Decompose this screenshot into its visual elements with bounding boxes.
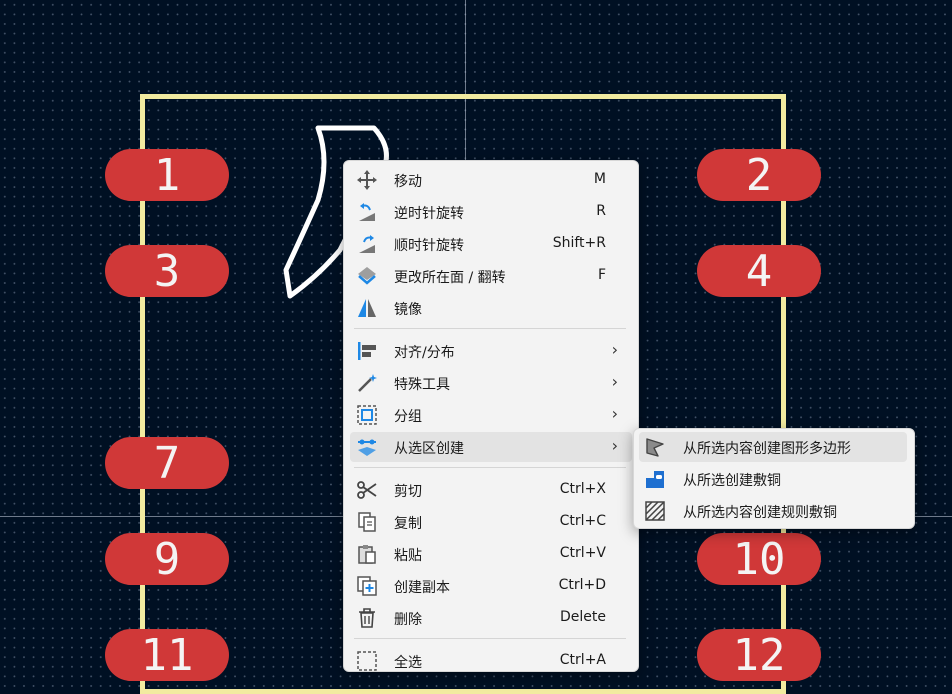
pad-11[interactable]: 11 (105, 629, 229, 681)
menu-item-label: 顺时针旋转 (394, 238, 464, 254)
menu-item-label: 分组 (394, 409, 422, 425)
menu-item-flip[interactable]: 更改所在面 / 翻转 F (350, 261, 632, 291)
menu-item-duplicate[interactable]: 创建副本 Ctrl+D (350, 571, 632, 601)
pad-label: 4 (745, 245, 773, 297)
menu-item-rotate-cw[interactable]: 顺时针旋转 Shift+R (350, 229, 632, 259)
context-menu: 移动 M 逆时针旋转 R 顺时针旋转 Shift+R 更改所在面 / 翻转 F (343, 160, 639, 672)
rotate-ccw-icon (359, 203, 375, 221)
rule-area-icon (645, 501, 665, 521)
submenu-item-create-rule-area[interactable]: 从所选内容创建规则敷铜 (639, 496, 907, 526)
menu-item-rotate-ccw[interactable]: 逆时针旋转 R (350, 197, 632, 227)
menu-item-shortcut: R (596, 203, 606, 219)
duplicate-icon (357, 576, 377, 596)
menu-item-copy[interactable]: 复制 Ctrl+C (350, 507, 632, 537)
menu-item-label: 删除 (394, 612, 422, 628)
menu-item-shortcut: M (593, 171, 606, 187)
menu-item-group[interactable]: 分组 › (350, 400, 632, 430)
menu-item-align-distribute[interactable]: 对齐/分布 › (350, 336, 632, 366)
trash-icon (359, 608, 375, 628)
menu-item-create-from-selection[interactable]: 从选区创建 › (350, 432, 632, 462)
menu-item-label: 粘贴 (394, 548, 422, 564)
select-all-icon (357, 651, 377, 671)
create-from-selection-submenu: 从所选内容创建图形多边形 从所选创建敷铜 从所选内容创建规则敷铜 (633, 428, 915, 529)
menu-item-label: 逆时针旋转 (394, 206, 464, 222)
move-icon (357, 170, 377, 190)
pad-label: 12 (732, 629, 786, 681)
menu-item-move[interactable]: 移动 M (350, 165, 632, 195)
pad-2[interactable]: 2 (697, 149, 821, 201)
menu-item-shortcut: Ctrl+V (559, 545, 606, 561)
menu-item-shortcut: Ctrl+D (558, 577, 606, 593)
menu-item-shortcut: Delete (560, 609, 606, 625)
pad-label: 10 (732, 533, 786, 585)
menu-item-label: 特殊工具 (394, 377, 450, 393)
pad-7[interactable]: 7 (105, 437, 229, 489)
polygon-icon (646, 438, 664, 457)
pad-9[interactable]: 9 (105, 533, 229, 585)
menu-item-delete[interactable]: 删除 Delete (350, 603, 632, 633)
submenu-item-create-copper-zone[interactable]: 从所选创建敷铜 (639, 464, 907, 494)
menu-item-shortcut: Ctrl+A (559, 652, 606, 668)
rotate-cw-icon (359, 235, 375, 253)
submenu-arrow-icon: › (611, 372, 618, 391)
pad-label: 2 (745, 149, 773, 201)
submenu-arrow-icon: › (611, 436, 618, 455)
menu-separator (354, 328, 626, 329)
menu-item-label: 对齐/分布 (394, 345, 455, 361)
pad-4[interactable]: 4 (697, 245, 821, 297)
pad-10[interactable]: 10 (697, 533, 821, 585)
menu-item-label: 从选区创建 (394, 441, 464, 457)
pad-label: 9 (153, 533, 181, 585)
submenu-arrow-icon: › (611, 340, 618, 359)
menu-item-label: 创建副本 (394, 580, 450, 596)
menu-item-special-tools[interactable]: 特殊工具 › (350, 368, 632, 398)
pad-label: 11 (140, 629, 194, 681)
menu-item-shortcut: Ctrl+C (559, 513, 606, 529)
menu-item-mirror[interactable]: 镜像 (350, 293, 632, 323)
magic-wand-icon (358, 374, 377, 392)
menu-item-shortcut: Shift+R (552, 235, 606, 251)
menu-separator (354, 638, 626, 639)
pad-3[interactable]: 3 (105, 245, 229, 297)
pad-1[interactable]: 1 (105, 149, 229, 201)
align-icon (358, 342, 376, 360)
flip-icon (358, 267, 376, 285)
menu-item-shortcut: F (597, 267, 606, 283)
menu-item-label: 移动 (394, 174, 422, 190)
menu-item-label: 剪切 (394, 484, 422, 500)
submenu-item-label: 从所选内容创建图形多边形 (683, 441, 851, 457)
menu-item-paste[interactable]: 粘贴 Ctrl+V (350, 539, 632, 569)
paste-icon (358, 545, 376, 564)
submenu-item-create-graphic-polygon[interactable]: 从所选内容创建图形多边形 (639, 432, 907, 462)
menu-item-label: 复制 (394, 516, 422, 532)
pad-label: 7 (153, 437, 181, 489)
create-from-selection-icon (358, 439, 376, 456)
menu-separator (354, 467, 626, 468)
submenu-arrow-icon: › (611, 404, 618, 423)
copper-zone-icon (646, 471, 664, 488)
pad-label: 3 (153, 245, 181, 297)
menu-item-label: 镜像 (394, 302, 422, 318)
scissors-icon (357, 481, 377, 499)
mirror-icon (358, 299, 376, 317)
menu-item-label: 更改所在面 / 翻转 (394, 270, 506, 286)
menu-item-select-all[interactable]: 全选 Ctrl+A (350, 646, 632, 676)
group-icon (357, 405, 377, 425)
menu-item-cut[interactable]: 剪切 Ctrl+X (350, 475, 632, 505)
copy-icon (358, 512, 376, 532)
pad-12[interactable]: 12 (697, 629, 821, 681)
menu-item-label: 全选 (394, 655, 422, 671)
menu-item-shortcut: Ctrl+X (559, 481, 606, 497)
pad-label: 1 (153, 149, 181, 201)
submenu-item-label: 从所选创建敷铜 (683, 473, 781, 489)
submenu-item-label: 从所选内容创建规则敷铜 (683, 505, 837, 521)
